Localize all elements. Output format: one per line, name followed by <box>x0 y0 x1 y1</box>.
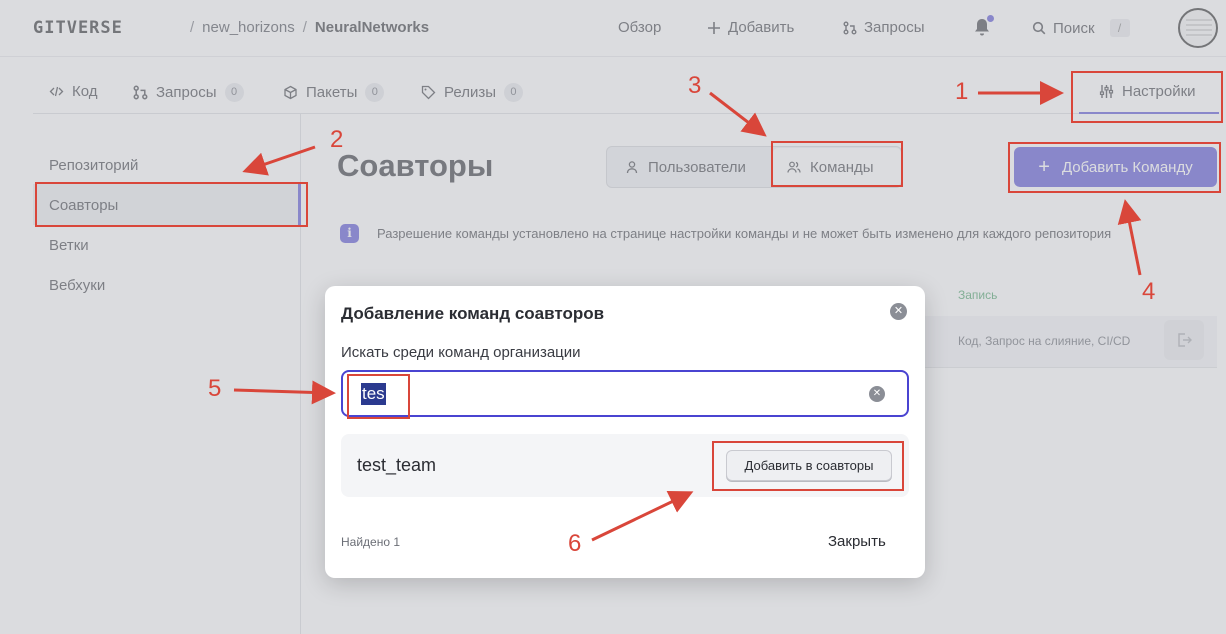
exit-icon <box>1178 333 1192 347</box>
sidebar-item-branches[interactable]: Ветки <box>49 237 89 254</box>
team-search-input[interactable]: tes ✕ <box>341 370 909 417</box>
notification-dot <box>987 15 994 22</box>
team-name: test_team <box>357 455 437 475</box>
repo-tabs: Код Запросы 0 Пакеты 0 Релизы 0 Настройк… <box>33 70 1219 114</box>
modal-title: Добавление команд соавторов <box>341 304 605 323</box>
annotation-arrow <box>242 145 316 176</box>
releases-count-badge: 0 <box>503 83 523 102</box>
nav-search[interactable]: Поиск / <box>1032 19 1130 37</box>
annotation-number: 1 <box>955 78 969 105</box>
close-button[interactable]: Закрыть <box>828 533 886 550</box>
add-team-collaborators-modal: Добавление команд соавторов ✕ Искать сре… <box>325 286 925 578</box>
user-icon <box>626 161 638 174</box>
tab-requests[interactable]: Запросы 0 <box>133 83 244 102</box>
annotation-arrow <box>1117 199 1142 276</box>
annotation-number: 3 <box>688 72 702 99</box>
pull-request-icon <box>843 21 857 34</box>
sidebar-item-webhooks[interactable]: Вебхуки <box>49 277 105 294</box>
annotation-box-collaborators <box>35 182 308 227</box>
info-icon: i <box>340 224 359 243</box>
breadcrumb-owner[interactable]: new_horizons <box>202 19 295 36</box>
tab-packages[interactable]: Пакеты 0 <box>283 83 385 102</box>
annotation-box-settings <box>1071 71 1223 123</box>
plus-icon <box>708 21 720 34</box>
breadcrumb: / new_horizons / NeuralNetworks <box>190 19 430 36</box>
annotation-arrow <box>233 380 336 405</box>
pull-request-icon <box>133 85 148 100</box>
remove-collaborator-button[interactable] <box>1164 320 1204 360</box>
search-icon <box>1032 21 1046 35</box>
search-label: Искать среди команд организации <box>341 344 581 361</box>
annotation-box-search <box>347 374 410 419</box>
tag-icon <box>421 85 436 100</box>
row-permissions: Код, Запрос на слияние, CI/CD <box>958 334 1131 348</box>
annotation-box-add-team <box>1008 142 1221 193</box>
nav-add[interactable]: Добавить <box>707 19 794 36</box>
annotation-number: 4 <box>1142 278 1156 305</box>
annotation-box-teams <box>771 141 903 187</box>
gitverse-logo[interactable]: GITVERSE <box>33 18 123 38</box>
breadcrumb-repo[interactable]: NeuralNetworks <box>315 19 429 36</box>
results-count: Найдено 1 <box>341 535 401 549</box>
annotation-number: 6 <box>568 530 582 557</box>
close-icon[interactable]: ✕ <box>890 303 907 320</box>
nav-overview[interactable]: Обзор <box>618 19 661 36</box>
page-title: Соавторы <box>337 148 494 183</box>
clear-search-icon[interactable]: ✕ <box>869 386 885 402</box>
package-icon <box>284 85 297 100</box>
annotation-box-add-button <box>712 441 904 491</box>
requests-count-badge: 0 <box>224 83 244 102</box>
info-message: Разрешение команды установлено на страни… <box>377 226 1112 241</box>
annotation-number: 5 <box>208 375 222 402</box>
column-header-write: Запись <box>958 288 998 302</box>
annotation-number: 2 <box>330 126 344 153</box>
search-shortcut-key: / <box>1109 19 1130 37</box>
segment-users[interactable]: Пользователи <box>625 147 746 187</box>
tab-releases[interactable]: Релизы 0 <box>421 83 523 102</box>
top-header: GITVERSE / new_horizons / NeuralNetworks… <box>0 0 1226 57</box>
packages-count-badge: 0 <box>365 83 385 102</box>
tab-code[interactable]: Код <box>49 83 98 100</box>
nav-requests[interactable]: Запросы <box>843 19 925 36</box>
user-avatar[interactable] <box>1178 8 1218 48</box>
code-icon <box>49 86 64 97</box>
sidebar-item-repository[interactable]: Репозиторий <box>49 157 138 174</box>
